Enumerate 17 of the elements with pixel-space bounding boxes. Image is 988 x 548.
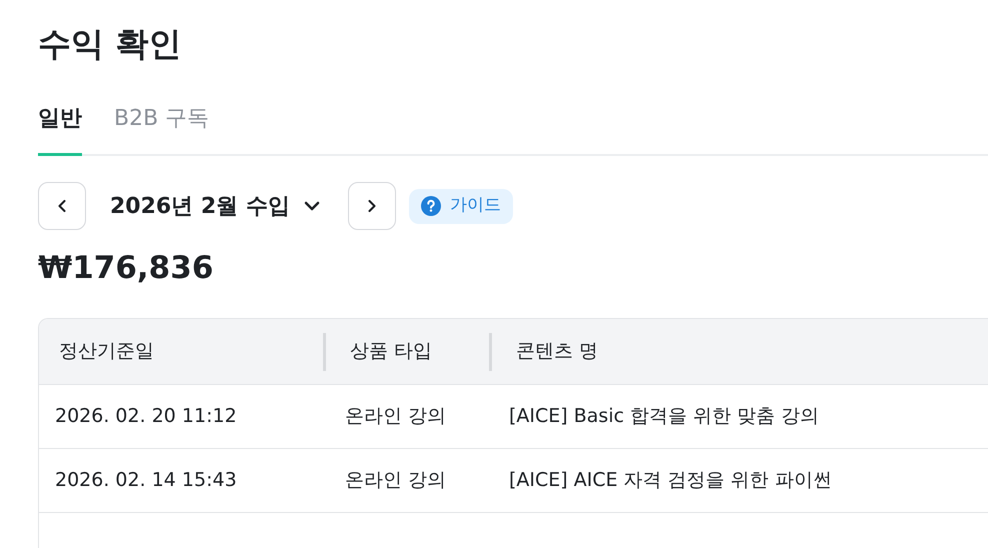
next-button[interactable]: [348, 182, 396, 230]
previous-button[interactable]: [38, 182, 86, 230]
table-cell: [AICE] Basic 합격을 위한 맞춤 강의: [509, 405, 820, 428]
tab[interactable]: 일반: [38, 102, 82, 156]
help-icon: [420, 196, 441, 216]
page-title: 수익 확인: [38, 23, 182, 65]
column-header: 상품 타입: [349, 339, 432, 364]
table-cell: 2026. 02. 14 15:43: [55, 469, 237, 492]
table-cell: 온라인 강의: [345, 469, 446, 492]
table-cell: 온라인 강의: [345, 405, 446, 428]
column-header: 콘텐츠 명: [515, 339, 598, 364]
table-cell: [AICE] AICE 자격 검정을 위한 파이썬: [509, 469, 832, 492]
guide-button[interactable]: 가이드: [408, 188, 513, 224]
table-cell: 2026. 02. 20 11:12: [55, 405, 237, 428]
column-header: 정산기준일: [58, 339, 154, 364]
total-amount: ₩176,836: [38, 249, 214, 288]
period-dropdown[interactable]: 2026년 2월 수입: [86, 190, 348, 222]
